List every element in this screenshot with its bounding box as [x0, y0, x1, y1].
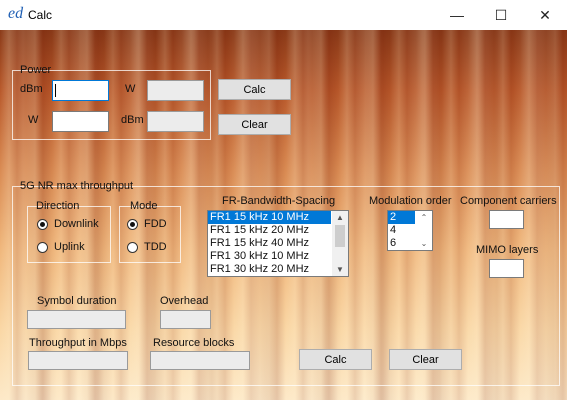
radio-fdd-dot [127, 218, 138, 230]
symbol-duration-field [27, 310, 126, 329]
bandwidth-item[interactable]: FR1 15 kHz 40 MHz [208, 237, 348, 250]
bandwidth-item[interactable]: FR1 15 kHz 10 MHz [208, 211, 331, 224]
maximize-button[interactable]: ☐ [479, 0, 523, 30]
mode-group [119, 206, 181, 263]
modulation-listbox[interactable]: 2 4 6 ⌃ ⌄ [387, 210, 433, 251]
bandwidth-item[interactable]: FR1 15 kHz 20 MHz [208, 224, 348, 237]
power-legend: Power [20, 64, 52, 76]
component-carriers-label: Component carriers [460, 195, 557, 207]
overhead-label: Overhead [160, 295, 209, 307]
dbm-input[interactable] [52, 80, 109, 101]
mode-legend: Mode [130, 200, 158, 212]
w-output-label: W [125, 83, 136, 95]
radio-downlink-label: Downlink [54, 218, 99, 230]
resource-blocks-field [150, 351, 250, 370]
dbm-label: dBm [20, 83, 43, 95]
scroll-up-icon[interactable]: ▲ [332, 211, 348, 224]
bandwidth-label: FR-Bandwidth-Spacing [222, 195, 336, 207]
direction-legend: Direction [36, 200, 80, 212]
bandwidth-item[interactable]: FR1 30 kHz 10 MHz [208, 250, 348, 263]
power-calc-button[interactable]: Calc [218, 79, 291, 100]
dbm-output-field [147, 111, 204, 132]
mimo-layers-label: MIMO layers [476, 244, 539, 256]
modulation-scrollbar[interactable]: ⌃ ⌄ [416, 211, 432, 250]
bandwidth-scrollbar[interactable]: ▲ ▼ [332, 211, 348, 276]
nr-clear-button[interactable]: Clear [389, 349, 462, 370]
radio-uplink-dot [37, 241, 48, 253]
radio-downlink[interactable]: Downlink [37, 218, 99, 230]
radio-tdd[interactable]: TDD [127, 241, 167, 253]
radio-tdd-label: TDD [144, 241, 167, 253]
radio-tdd-dot [127, 241, 138, 253]
scroll-down-icon[interactable]: ⌄ [416, 237, 432, 250]
w-output-field [147, 80, 204, 101]
radio-uplink-label: Uplink [54, 241, 85, 253]
radio-downlink-dot [37, 218, 48, 230]
scroll-up-icon[interactable]: ⌃ [416, 211, 432, 224]
nr-calc-button[interactable]: Calc [299, 349, 372, 370]
dbm-output-label: dBm [121, 114, 144, 126]
window-title: Calc [28, 8, 53, 22]
client-area: Power dBm W W dBm Calc Clear 5G NR max t… [0, 30, 567, 400]
component-carriers-input[interactable] [489, 210, 524, 229]
w-input[interactable] [52, 111, 109, 132]
radio-fdd[interactable]: FDD [127, 218, 167, 230]
mimo-layers-input[interactable] [489, 259, 524, 278]
bandwidth-item[interactable]: FR1 30 kHz 20 MHz [208, 263, 348, 276]
scroll-thumb[interactable] [335, 225, 345, 247]
modulation-label: Modulation order [369, 195, 452, 207]
throughput-label: Throughput in Mbps [29, 337, 127, 349]
w-input-label: W [28, 114, 39, 126]
radio-fdd-label: FDD [144, 218, 167, 230]
title-bar: ed Calc — ☐ ✕ [0, 0, 567, 30]
app-logo: ed [8, 5, 24, 22]
modulation-item[interactable]: 2 [388, 211, 415, 224]
scroll-down-icon[interactable]: ▼ [332, 263, 348, 276]
overhead-field [160, 310, 211, 329]
radio-uplink[interactable]: Uplink [37, 241, 85, 253]
direction-group [27, 206, 111, 263]
throughput-field [28, 351, 128, 370]
resource-blocks-label: Resource blocks [153, 337, 235, 349]
close-button[interactable]: ✕ [523, 0, 567, 30]
symbol-duration-label: Symbol duration [37, 295, 117, 307]
power-clear-button[interactable]: Clear [218, 114, 291, 135]
minimize-button[interactable]: — [435, 0, 479, 30]
bandwidth-listbox[interactable]: FR1 15 kHz 10 MHz FR1 15 kHz 20 MHz FR1 … [207, 210, 349, 277]
nr-legend: 5G NR max throughput [20, 180, 134, 192]
